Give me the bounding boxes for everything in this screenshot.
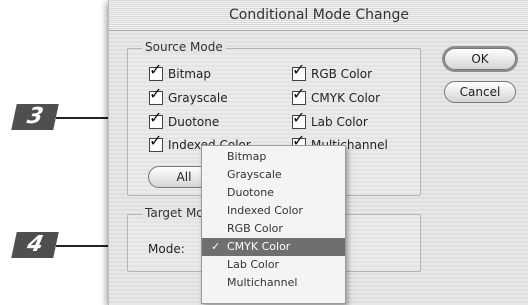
callout-3: 3 <box>11 104 59 130</box>
check-icon: ✓ <box>211 240 221 253</box>
checkbox-label: Duotone <box>168 115 220 129</box>
check-icon: ✓ <box>149 131 163 150</box>
mode-label: Mode: <box>148 242 185 256</box>
check-icon: ✓ <box>149 84 163 103</box>
menu-item-rgb-color[interactable]: RGB Color <box>202 220 345 238</box>
menu-item-indexed-color[interactable]: Indexed Color <box>202 202 345 220</box>
menu-item-duotone[interactable]: Duotone <box>202 184 345 202</box>
checkbox-label: Bitmap <box>168 67 211 81</box>
checkbox-lab-color[interactable]: ✓ Lab Color <box>292 110 368 129</box>
menu-item-cmyk-color[interactable]: ✓ CMYK Color <box>202 238 345 256</box>
checkbox-duotone[interactable]: ✓ Duotone <box>149 110 220 129</box>
source-mode-label: Source Mode <box>142 40 226 54</box>
checkbox-bitmap[interactable]: ✓ Bitmap <box>149 62 211 81</box>
menu-item-bitmap[interactable]: Bitmap <box>202 148 345 166</box>
check-icon: ✓ <box>149 108 163 127</box>
target-mode-dropdown-menu[interactable]: Bitmap Grayscale Duotone Indexed Color R… <box>201 145 346 304</box>
dialog-titlebar: Conditional Mode Change <box>109 0 528 31</box>
checkbox-label: Lab Color <box>311 115 368 129</box>
checkbox-label: CMYK Color <box>311 91 381 105</box>
checkbox-grayscale[interactable]: ✓ Grayscale <box>149 86 228 105</box>
dialog-title: Conditional Mode Change <box>229 7 409 23</box>
checkbox-cmyk-color[interactable]: ✓ CMYK Color <box>292 86 381 105</box>
callout-4: 4 <box>11 232 59 258</box>
check-icon: ✓ <box>292 60 306 79</box>
menu-item-lab-color[interactable]: Lab Color <box>202 256 345 274</box>
check-icon: ✓ <box>292 84 306 103</box>
cancel-button[interactable]: Cancel <box>444 81 516 103</box>
menu-item-multichannel[interactable]: Multichannel <box>202 274 345 292</box>
check-icon: ✓ <box>292 108 306 127</box>
ok-button[interactable]: OK <box>444 48 516 70</box>
checkbox-label: Grayscale <box>168 91 228 105</box>
checkbox-rgb-color[interactable]: ✓ RGB Color <box>292 62 373 81</box>
check-icon: ✓ <box>149 60 163 79</box>
checkbox-label: RGB Color <box>311 67 373 81</box>
menu-item-grayscale[interactable]: Grayscale <box>202 166 345 184</box>
